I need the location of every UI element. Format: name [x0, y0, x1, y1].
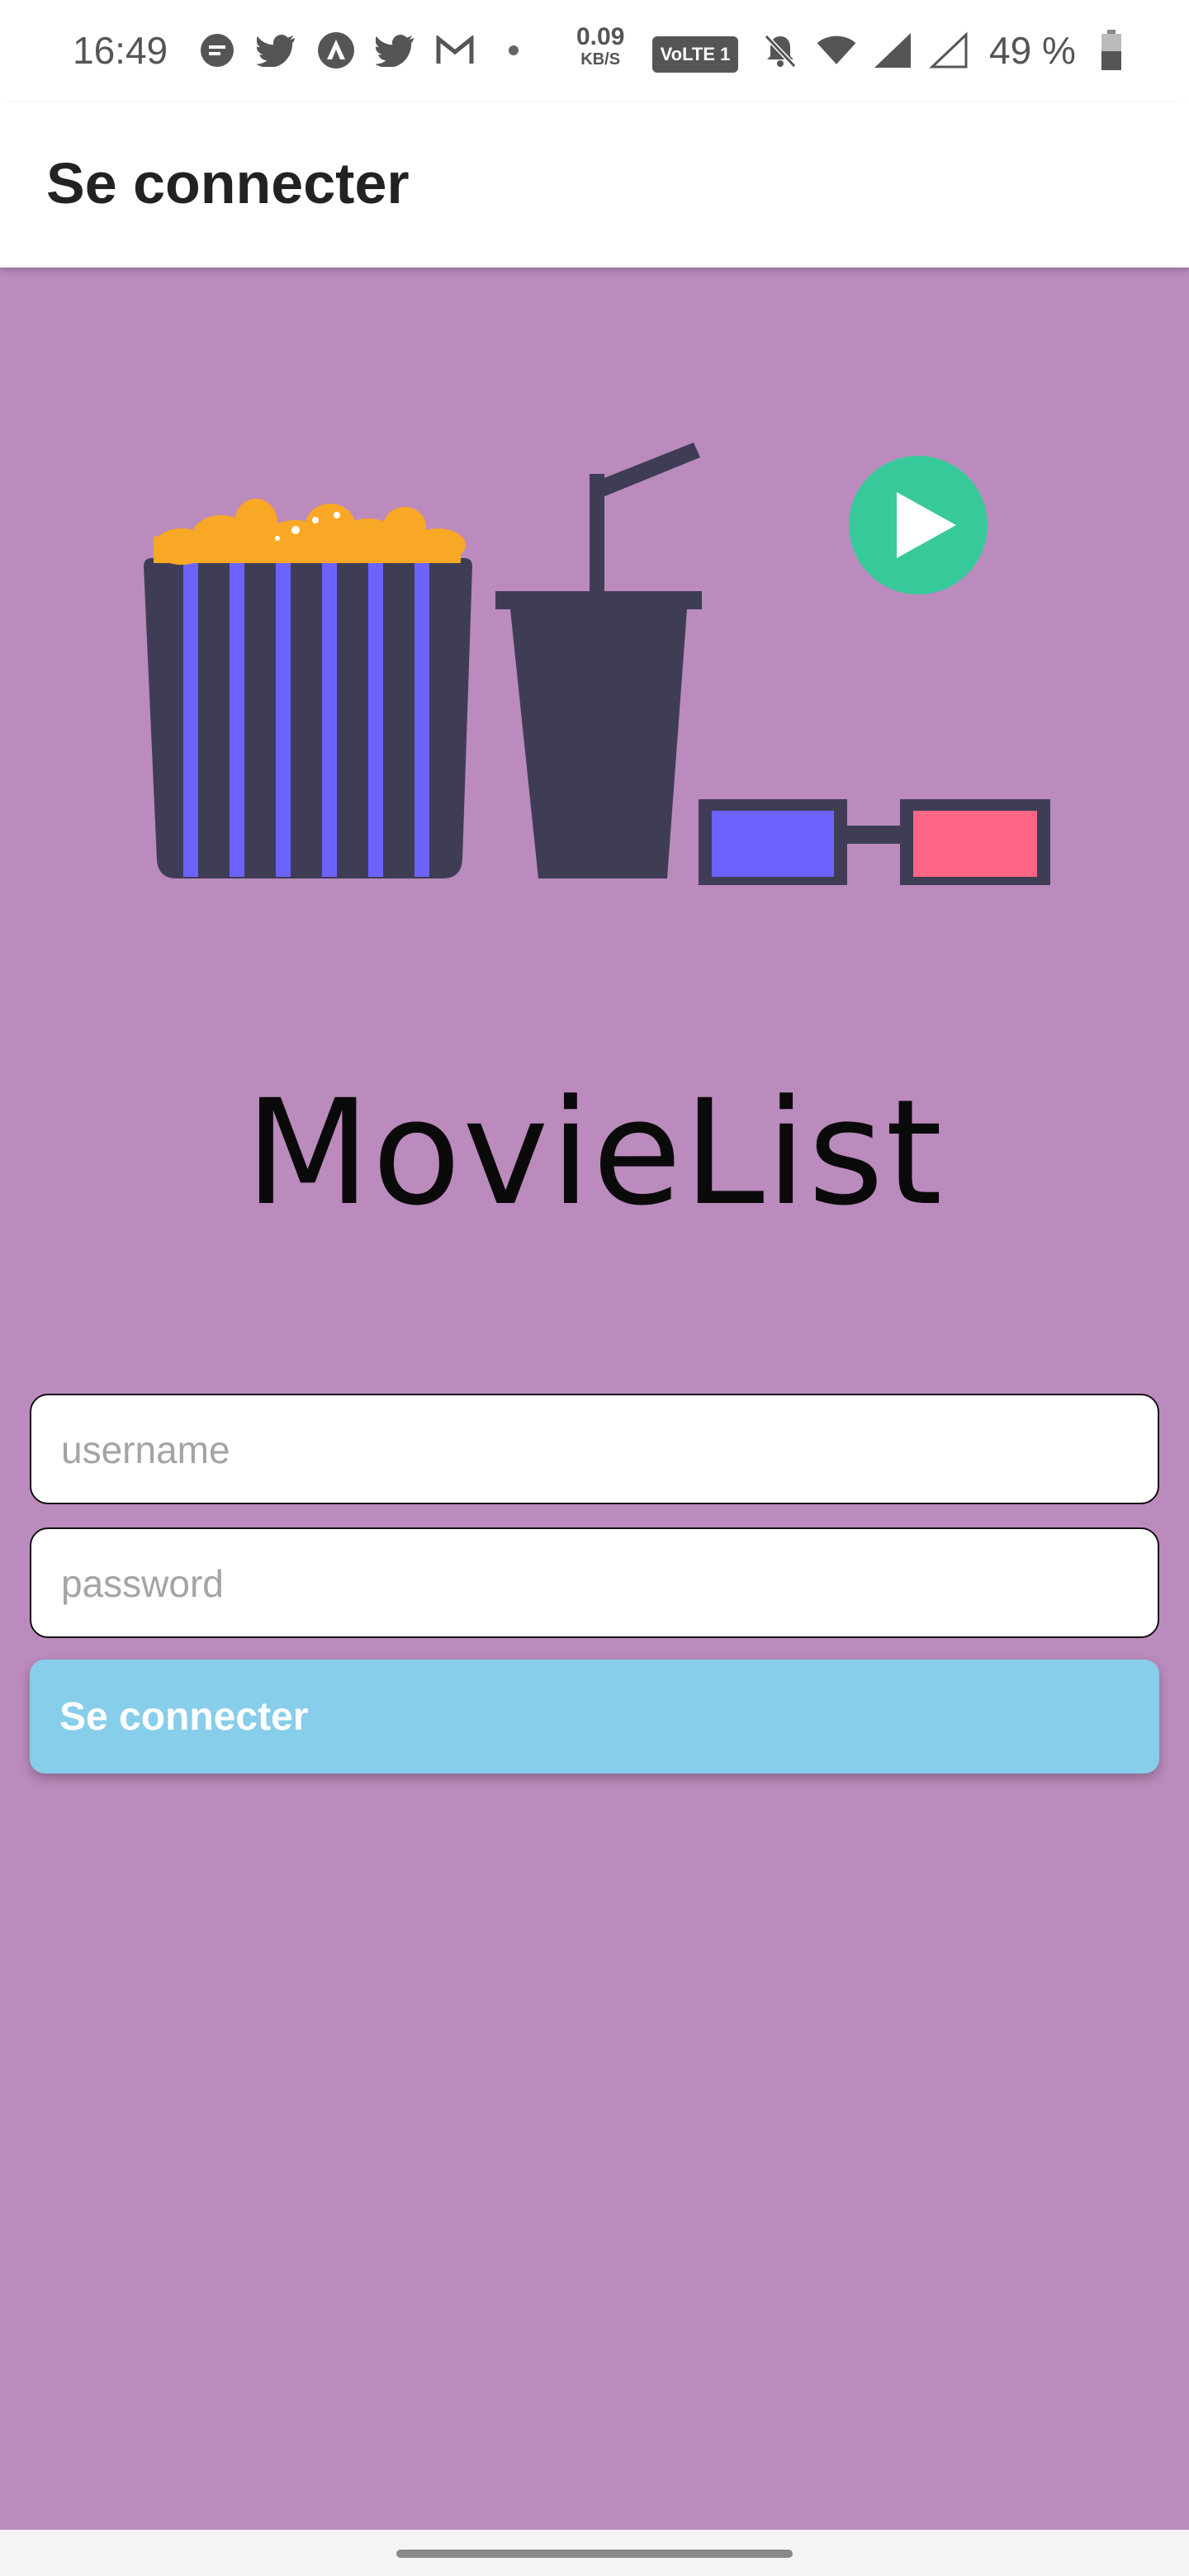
network-speed-unit: KB/S: [580, 50, 621, 69]
status-time: 16:49: [73, 29, 168, 72]
login-button[interactable]: Se connecter: [30, 1660, 1159, 1773]
movie-illustration: [132, 433, 1057, 982]
signal-empty-icon: [928, 30, 969, 71]
dot-icon: [509, 45, 519, 55]
arrow-app-icon: [315, 30, 357, 71]
system-icons: 49 %: [760, 28, 1132, 73]
username-input[interactable]: [59, 1395, 1128, 1504]
status-bar: 16:49 0.09 KB/S VoLTE 1 49 %: [0, 0, 1189, 102]
login-button-label: Se connecter: [59, 1694, 309, 1739]
volte-badge: VoLTE 1: [652, 36, 738, 73]
drink-icon: [495, 443, 702, 878]
password-input[interactable]: [59, 1529, 1128, 1638]
page-title: Se connecter: [46, 151, 410, 215]
glasses-icon: [699, 799, 1050, 885]
home-gesture-handle[interactable]: [396, 2550, 793, 2558]
app-name: MovieList: [244, 1068, 945, 1238]
twitter-icon: [375, 30, 416, 71]
popcorn-icon: [144, 499, 472, 878]
notification-icons: [197, 30, 519, 71]
wifi-icon: [816, 30, 857, 71]
twitter-icon: [256, 30, 297, 71]
battery-icon: [1091, 30, 1132, 71]
network-speed: 0.09 KB/S: [576, 23, 625, 69]
gmail-icon: [434, 30, 476, 71]
navigation-bar: [0, 2530, 1189, 2576]
app-bar: Se connecter: [0, 102, 1189, 268]
messaging-icon: [197, 30, 238, 71]
password-field[interactable]: [30, 1527, 1159, 1638]
login-screen: MovieList Se connecter: [0, 268, 1189, 2530]
signal-icon: [872, 30, 913, 71]
battery-percent: 49 %: [989, 29, 1076, 72]
mute-icon: [760, 30, 801, 71]
play-icon: [849, 456, 988, 594]
network-speed-value: 0.09: [576, 23, 625, 50]
username-field[interactable]: [30, 1394, 1159, 1504]
